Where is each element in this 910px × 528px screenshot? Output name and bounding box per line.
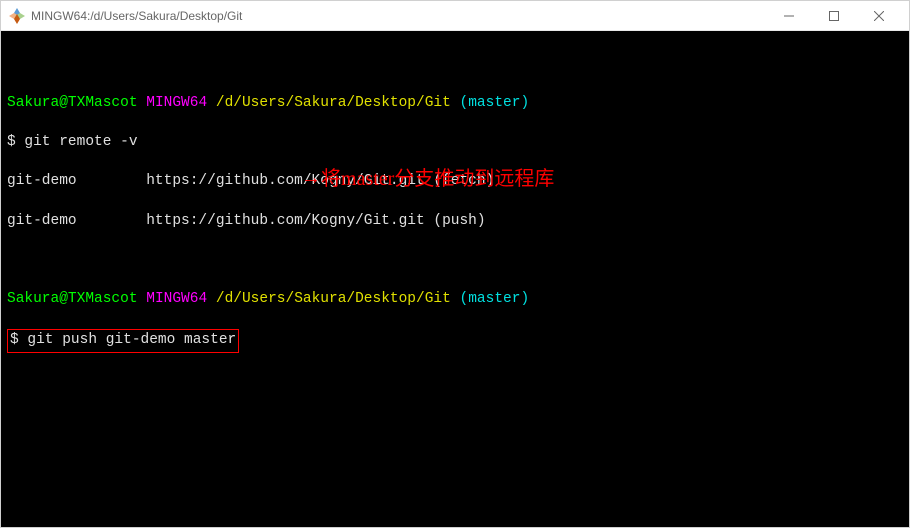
prompt-branch: (master) [460,95,530,111]
command-text: git push git-demo master [27,332,236,348]
annotation-callout: → 将master分支推动到远程库 [305,166,554,193]
prompt-at: @ [59,95,68,111]
arrow-icon: → [305,166,317,193]
app-icon [9,8,25,24]
prompt-line: Sakura@TXMascot MINGW64 /d/Users/Sakura/… [7,94,903,114]
command-line: $ git remote -v [7,133,903,153]
prompt-user: Sakura [7,291,59,307]
prompt-branch: (master) [460,291,530,307]
window-title: MINGW64:/d/Users/Sakura/Desktop/Git [31,9,766,23]
annotation-text: 将master分支推动到远程库 [321,166,554,193]
maximize-button[interactable] [811,2,856,30]
prompt-shell: MINGW64 [146,291,207,307]
prompt-path: /d/Users/Sakura/Desktop/Git [216,291,451,307]
minimize-button[interactable] [766,2,811,30]
command-line: $ git push git-demo master [7,329,903,353]
prompt-user: Sakura [7,95,59,111]
highlighted-command: $ git push git-demo master [7,329,239,353]
output-line: git-demo https://github.com/Kogny/Git.gi… [7,212,903,232]
prompt-host: TXMascot [68,95,138,111]
prompt-line: Sakura@TXMascot MINGW64 /d/Users/Sakura/… [7,290,903,310]
prompt-shell: MINGW64 [146,95,207,111]
prompt-host: TXMascot [68,291,138,307]
terminal[interactable]: Sakura@TXMascot MINGW64 /d/Users/Sakura/… [1,31,909,527]
titlebar: MINGW64:/d/Users/Sakura/Desktop/Git [1,1,909,31]
prompt-path: /d/Users/Sakura/Desktop/Git [216,95,451,111]
close-button[interactable] [856,2,901,30]
command-text: git remote -v [24,134,137,150]
prompt-symbol: $ [7,134,24,150]
window-controls [766,2,901,30]
prompt-symbol: $ [10,332,27,348]
prompt-at: @ [59,291,68,307]
